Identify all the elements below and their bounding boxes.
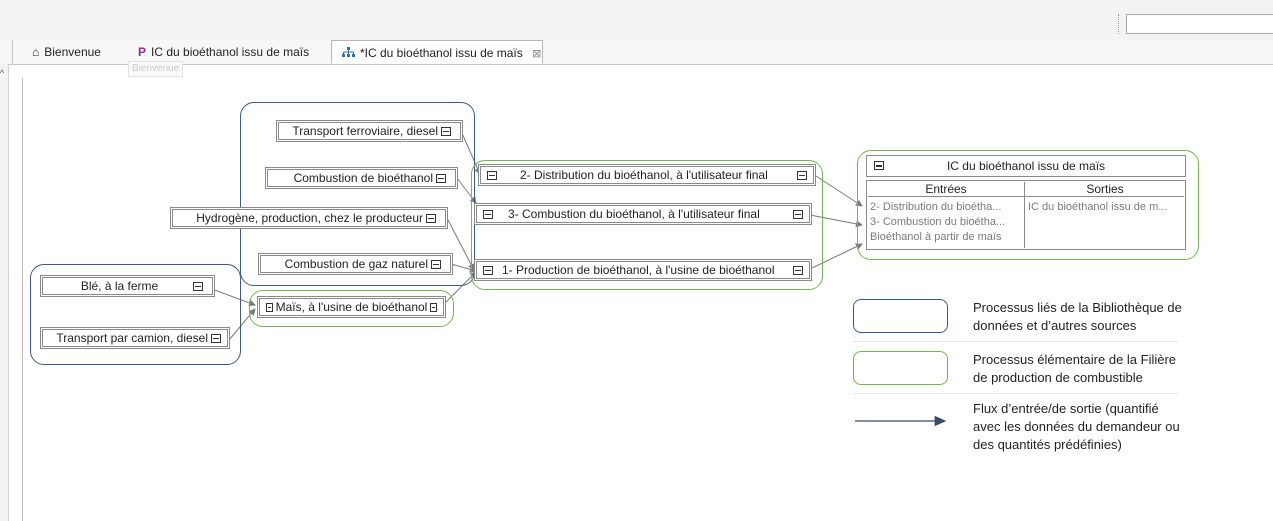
header-rule [868,196,1184,197]
node-transport-ferroviaire[interactable]: Transport ferroviaire, diesel [276,120,463,142]
expand-icon[interactable] [793,209,803,219]
expand-icon[interactable] [483,265,493,275]
expand-icon[interactable] [793,265,803,275]
node-distribution-bioethanol[interactable]: 2- Distribution du bioéthanol, à l'utili… [478,164,816,186]
expand-icon[interactable] [430,302,437,312]
node-mais-usine[interactable]: Maïs, à l'usine de bioéthanol [257,296,446,318]
inputs-column-header: Entrées [925,182,967,196]
input-item[interactable]: Bioéthanol à partir de maïs [870,231,1022,243]
node-combustion-gaz-naturel[interactable]: Combustion de gaz naturel [258,253,453,275]
result-node-header[interactable]: IC du bioéthanol issu de maïs [866,155,1186,177]
legend-blue-box [853,299,948,333]
expand-icon[interactable] [487,170,497,180]
legend-separator [853,341,1178,342]
expand-icon[interactable] [193,281,203,291]
input-item[interactable]: 3- Combustion du bioétha... [870,216,1022,228]
expand-icon[interactable] [441,126,451,136]
result-node-table: Entrées Sorties 2- Distribution du bioét… [866,180,1186,250]
node-ble-a-la-ferme[interactable]: Blé, à la ferme [40,275,215,297]
node-combustion-utilisateur-final[interactable]: 3- Combustion du bioéthanol, à l'utilisa… [474,203,812,225]
column-divider [1024,182,1025,248]
outputs-column-header: Sorties [1086,182,1124,196]
expand-icon[interactable] [431,259,441,269]
node-hydrogene-production[interactable]: Hydrogène, production, chez le producteu… [170,207,448,229]
node-combustion-bioethanol[interactable]: Combustion de bioéthanol [265,167,458,189]
result-title: IC du bioéthanol issu de maïs [946,159,1106,173]
legend-arrow-text: Flux d’entrée/de sortie (quantifié avec … [973,401,1180,452]
legend-separator [853,393,1178,394]
expand-icon[interactable] [436,173,446,183]
output-item[interactable]: IC du bioéthanol issu de m... [1028,201,1184,213]
expand-icon[interactable] [211,333,221,343]
expand-icon[interactable] [426,213,436,223]
expand-icon[interactable] [797,170,807,180]
legend-green-box [853,351,948,385]
expand-icon[interactable] [266,302,273,312]
legend-green-text: Processus élémentaire de la Filière de p… [973,352,1177,385]
collapse-icon[interactable] [874,161,884,170]
node-production-bioethanol[interactable]: 1- Production de bioéthanol, à l'usine d… [474,259,812,281]
node-transport-camion[interactable]: Transport par camion, diesel [40,327,230,349]
legend-blue-text: Processus liés de la Bibliothèque de don… [973,300,1182,333]
expand-icon[interactable] [483,209,493,219]
input-item[interactable]: 2- Distribution du bioétha... [870,201,1022,213]
